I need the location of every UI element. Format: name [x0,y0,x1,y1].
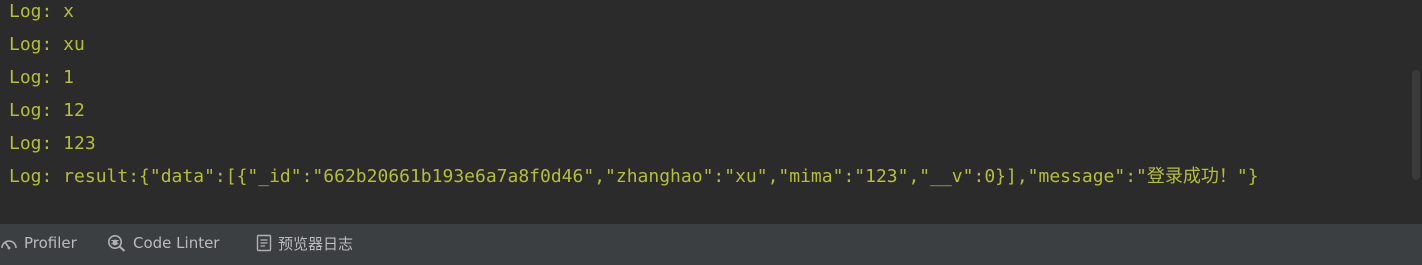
tab-previewer-log[interactable]: 预览器日志 [256,225,353,261]
tab-profiler-label: Profiler [24,234,77,252]
vertical-scrollbar[interactable] [1410,0,1422,224]
log-line: Log: x [9,1,75,22]
tab-code-linter[interactable]: Code Linter [107,225,219,261]
tab-profiler[interactable]: Profiler [0,225,77,261]
document-log-icon [256,234,272,252]
bottom-tool-window-bar: Profiler Code Linter 预览器日志 [0,225,1422,265]
log-line: Log: 12 [9,100,85,121]
log-line: Log: 1 [9,67,75,88]
gauge-icon [0,235,18,251]
tab-previewer-log-label: 预览器日志 [278,234,354,253]
magnifier-bug-icon [107,234,127,252]
log-line-result: Log: result:{"data":[{"_id":"662b20661b1… [9,166,1259,187]
tab-code-linter-label: Code Linter [133,234,220,252]
log-line: Log: 123 [9,133,96,154]
log-console[interactable]: Log: x Log: xu Log: 1 Log: 12 Log: 123 L… [0,0,1422,224]
log-line: Log: xu [9,34,85,55]
scrollbar-thumb[interactable] [1412,70,1420,180]
